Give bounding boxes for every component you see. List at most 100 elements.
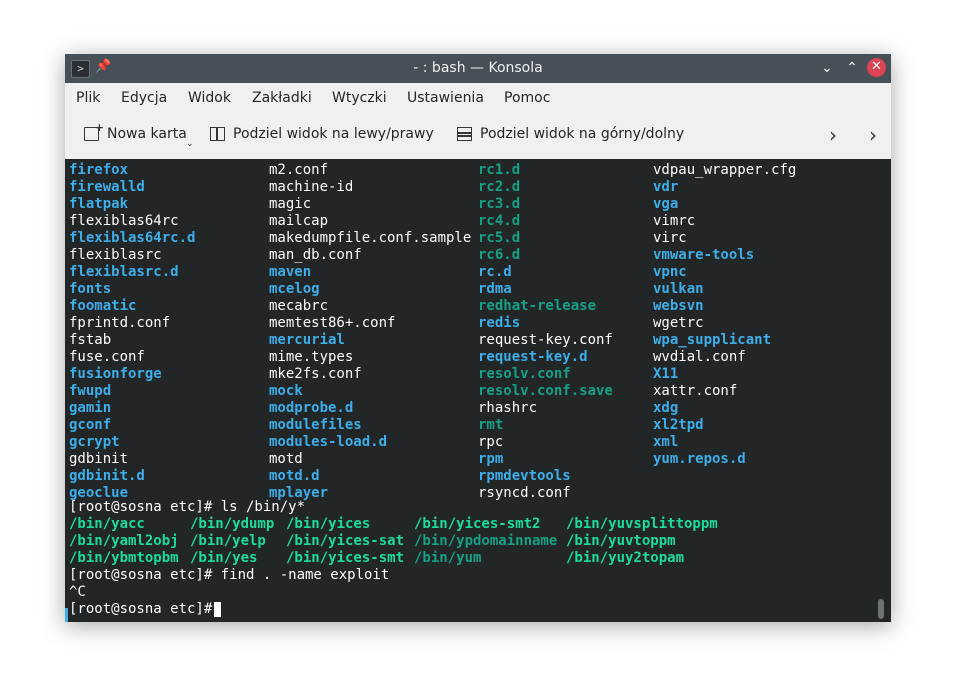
split-top-bottom-label: Podziel widok na górny/dolny <box>480 126 685 142</box>
listing-entry: foomatic <box>69 298 137 314</box>
menu-pomoc[interactable]: Pomoc <box>504 90 550 106</box>
bin-entry: /bin/ybmtopbm <box>69 550 179 566</box>
listing-entry: modprobe.d <box>269 400 354 416</box>
bin-listing-row: /bin/yaml2obj/bin/yelp/bin/yices-sat/bin… <box>65 533 891 550</box>
listing-entry: vmware-tools <box>653 247 755 263</box>
listing-entry: rpmdevtools <box>478 468 571 484</box>
menu-zakladki[interactable]: Zakładki <box>252 90 312 106</box>
listing-entry: X11 <box>653 366 679 382</box>
listing-entry: rc4.d <box>478 213 521 229</box>
bin-entry: /bin/yices-smt2 <box>414 516 541 532</box>
listing-entry: rc3.d <box>478 196 521 212</box>
konsole-window: > 📌 - : bash — Konsola ⌄ ⌃ ✕ Plik Edycja… <box>65 54 891 622</box>
menu-plik[interactable]: Plik <box>76 90 100 106</box>
new-tab-icon <box>84 121 104 141</box>
listing-entry: motd <box>269 451 303 467</box>
terminal-view[interactable]: firefox m2.conf rc1.d vdpau_wrapper.cfg fire… <box>65 159 891 622</box>
listing-row: firefox m2.conf rc1.d vdpau_wrapper.cfg <box>65 162 891 179</box>
listing-entry: request-key.d <box>478 349 588 365</box>
listing-row: flatpak magic rc3.d vga <box>65 196 891 213</box>
bin-entry: /bin/yum <box>414 550 482 566</box>
listing-entry: modules-load.d <box>269 434 388 450</box>
listing-entry: motd.d <box>269 468 320 484</box>
listing-entry: magic <box>269 196 312 212</box>
toolbar-overflow-icon[interactable]: › <box>869 123 877 147</box>
listing-entry: firewalld <box>69 179 145 195</box>
listing-entry: flexiblas64rc.d <box>69 230 196 246</box>
terminal-line: ^C <box>65 584 891 601</box>
listing-row: gconf modulefiles rmt xl2tpd <box>65 417 891 434</box>
listing-entry: m2.conf <box>269 162 329 178</box>
terminal-line: [root@sosna etc]# find . -name exploit <box>65 567 891 584</box>
listing-row: flexiblasrc man_db.conf rc6.d vmware-tools <box>65 247 891 264</box>
listing-entry: fprintd.conf <box>69 315 171 331</box>
bin-entry: /bin/yices-smt <box>286 550 405 566</box>
bin-entry: /bin/ypdomainname <box>414 533 558 549</box>
command-line: [root@sosna etc]# ls /bin/y* <box>69 499 306 515</box>
listing-row: foomatic mecabrc redhat-release websvn <box>65 298 891 315</box>
bin-entry: /bin/yices-sat <box>286 533 405 549</box>
listing-entry: fonts <box>69 281 112 297</box>
terminal-line: [root@sosna etc]# <box>65 601 891 618</box>
listing-entry: rmt <box>478 417 504 433</box>
minimize-button[interactable]: ⌄ <box>817 58 837 78</box>
listing-entry: maven <box>269 264 312 280</box>
active-line-marker <box>65 608 68 622</box>
listing-entry: mock <box>269 383 303 399</box>
new-tab-dropdown-icon[interactable]: ⌄ <box>186 139 194 149</box>
listing-entry: fwupd <box>69 383 112 399</box>
maximize-button[interactable]: ⌃ <box>842 58 862 78</box>
terminal-line: [root@sosna etc]# ls /bin/y* <box>65 499 891 516</box>
new-tab-label: Nowa karta <box>107 126 187 142</box>
listing-row: gamin modprobe.d rhashrc xdg <box>65 400 891 417</box>
split-top-bottom-button[interactable]: Podziel widok na górny/dolny <box>457 126 684 142</box>
listing-entry: websvn <box>653 298 704 314</box>
bin-entry: /bin/yices <box>286 516 371 532</box>
listing-entry: modulefiles <box>269 417 362 433</box>
listing-entry: flatpak <box>69 196 129 212</box>
listing-row: fuse.conf mime.types request-key.d wvdial.c… <box>65 349 891 366</box>
listing-entry: vimrc <box>653 213 696 229</box>
toolbar: Nowa karta ⌄ Podziel widok na lewy/prawy… <box>65 113 891 160</box>
close-button[interactable]: ✕ <box>867 58 886 77</box>
menu-edycja[interactable]: Edycja <box>121 90 167 106</box>
listing-entry: fstab <box>69 332 112 348</box>
listing-entry: mercurial <box>269 332 345 348</box>
listing-entry: xl2tpd <box>653 417 704 433</box>
listing-row: fonts mcelog rdma vulkan <box>65 281 891 298</box>
listing-entry: rdma <box>478 281 512 297</box>
listing-row: flexiblas64rc.d makedumpfile.conf.sample r… <box>65 230 891 247</box>
listing-row: firewalld machine-id rc2.d vdr <box>65 179 891 196</box>
toolbar-scroll-right-icon[interactable]: › <box>829 123 837 147</box>
listing-entry: mcelog <box>269 281 320 297</box>
listing-entry: gamin <box>69 400 112 416</box>
bin-entry: /bin/yacc <box>69 516 145 532</box>
listing-entry: xdg <box>653 400 679 416</box>
listing-entry: wgetrc <box>653 315 704 331</box>
new-tab-button[interactable]: Nowa karta <box>84 121 187 142</box>
listing-entry: mailcap <box>269 213 329 229</box>
split-left-right-button[interactable]: Podziel widok na lewy/prawy <box>210 126 434 142</box>
listing-entry: fusionforge <box>69 366 162 382</box>
title-bar[interactable]: > 📌 - : bash — Konsola ⌄ ⌃ ✕ <box>65 54 891 83</box>
text-cursor <box>214 602 221 617</box>
listing-entry: resolv.conf <box>478 366 571 382</box>
listing-entry: rc.d <box>478 264 512 280</box>
menu-widok[interactable]: Widok <box>188 90 231 106</box>
listing-entry: wpa_supplicant <box>653 332 772 348</box>
command-line: [root@sosna etc]# find . -name exploit <box>69 567 390 583</box>
listing-entry: flexiblas64rc <box>69 213 179 229</box>
scrollbar-handle[interactable] <box>878 599 884 619</box>
listing-entry: gcrypt <box>69 434 120 450</box>
listing-entry: vdr <box>653 179 679 195</box>
listing-entry: rhashrc <box>478 400 538 416</box>
listing-row: gcrypt modules-load.d rpc xml <box>65 434 891 451</box>
bin-listing-row: /bin/ybmtopbm/bin/yes/bin/yices-smt/bin/… <box>65 550 891 567</box>
menu-ustawienia[interactable]: Ustawienia <box>407 90 484 106</box>
menu-wtyczki[interactable]: Wtyczki <box>332 90 387 106</box>
listing-entry: fuse.conf <box>69 349 145 365</box>
listing-row: fprintd.conf memtest86+.conf redis wgetrc <box>65 315 891 332</box>
shell-prompt: [root@sosna etc]# <box>69 601 221 617</box>
listing-row: flexiblas64rc mailcap rc4.d vimrc <box>65 213 891 230</box>
split-left-right-label: Podziel widok na lewy/prawy <box>233 126 434 142</box>
